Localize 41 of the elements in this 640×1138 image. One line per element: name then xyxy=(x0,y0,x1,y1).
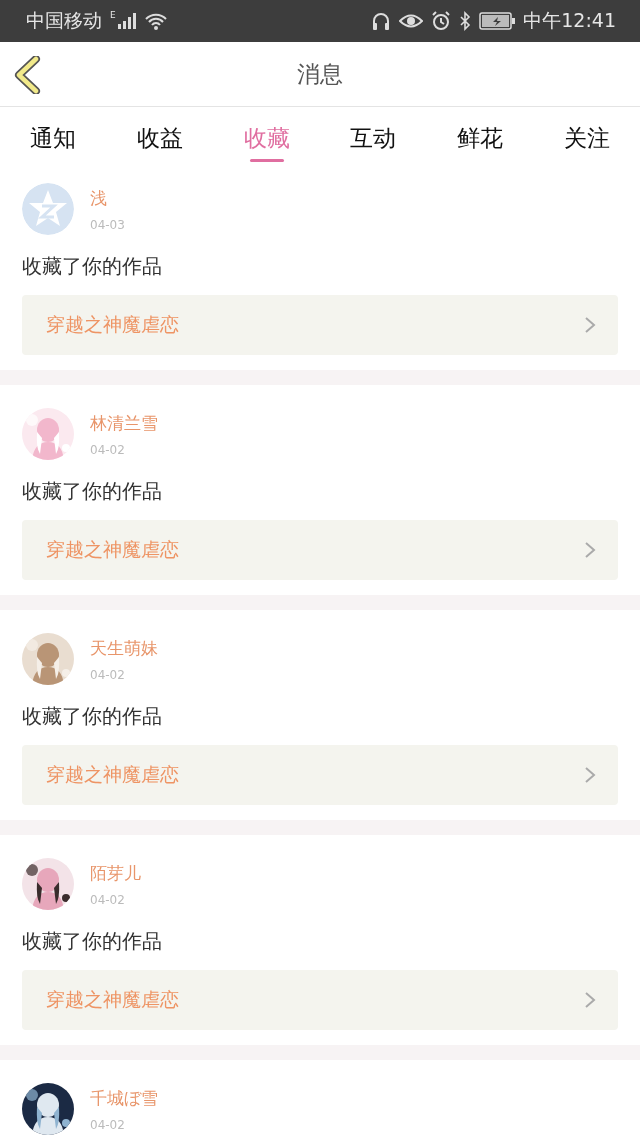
signal-icon xyxy=(117,13,136,29)
user-name[interactable]: 千城ぼ雪 xyxy=(90,1086,158,1110)
message-date: 04-02 xyxy=(90,442,126,457)
battery-icon xyxy=(479,12,516,30)
message-date: 04-02 xyxy=(90,1117,126,1132)
user-name[interactable]: 天生萌妹 xyxy=(90,636,158,660)
alarm-icon xyxy=(431,11,452,31)
user-name[interactable]: 浅 xyxy=(90,186,125,210)
user-name[interactable]: 陌芽儿 xyxy=(90,861,141,885)
bluetooth-icon xyxy=(459,11,472,31)
book-link[interactable]: 穿越之神魔虐恋 xyxy=(22,970,618,1030)
wifi-icon xyxy=(143,12,168,30)
tab[interactable]: 关注 xyxy=(533,107,640,170)
chevron-right-icon xyxy=(584,766,596,784)
message-text: 收藏了你的作品 xyxy=(22,479,163,503)
message-date: 04-03 xyxy=(90,217,125,232)
tab[interactable]: 通知 xyxy=(0,107,107,170)
chevron-right-icon xyxy=(584,316,596,334)
message-text: 收藏了你的作品 xyxy=(22,704,163,728)
tab[interactable]: 互动 xyxy=(320,107,427,170)
network-type: E xyxy=(110,10,116,20)
back-button[interactable] xyxy=(14,56,42,94)
message-date: 04-02 xyxy=(90,892,126,907)
tab[interactable]: 收藏 xyxy=(213,107,320,170)
book-link[interactable]: 穿越之神魔虐恋 xyxy=(22,295,618,355)
tab[interactable]: 收益 xyxy=(106,107,214,170)
book-link[interactable]: 穿越之神魔虐恋 xyxy=(22,745,618,805)
chevron-right-icon xyxy=(584,991,596,1009)
page-title: 消息 xyxy=(297,59,343,89)
book-link[interactable]: 穿越之神魔虐恋 xyxy=(22,520,618,580)
default-avatar-icon xyxy=(22,183,74,235)
chevron-right-icon xyxy=(584,541,596,559)
eye-icon xyxy=(399,12,424,30)
headphones-icon xyxy=(371,11,392,31)
message-text: 收藏了你的作品 xyxy=(22,254,163,278)
clock-time: 中午12:41 xyxy=(523,8,616,33)
user-name[interactable]: 林清兰雪 xyxy=(90,411,158,435)
tab[interactable]: 鲜花 xyxy=(426,107,534,170)
message-date: 04-02 xyxy=(90,667,126,682)
carrier-name: 中国移动 xyxy=(26,8,102,33)
message-text: 收藏了你的作品 xyxy=(22,929,163,953)
